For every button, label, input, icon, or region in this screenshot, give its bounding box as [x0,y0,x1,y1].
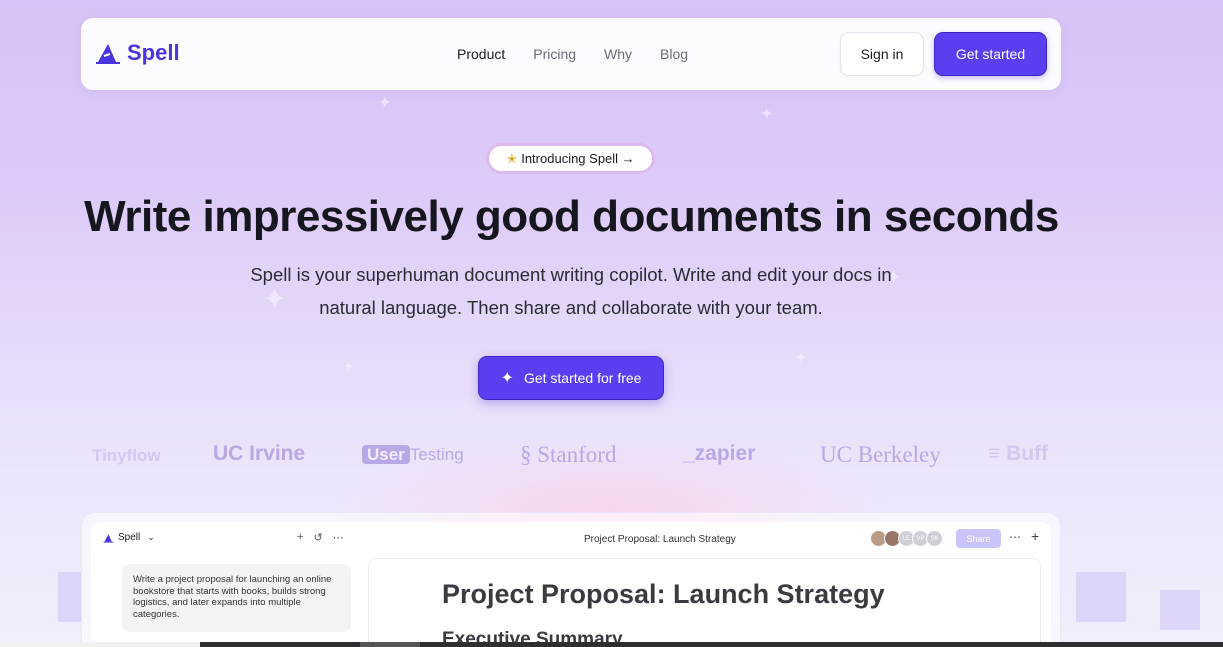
prompt-card[interactable]: Write a project proposal for launching a… [122,564,351,632]
brand-logo-tinyflow: Tinyflow [92,446,161,465]
nav-link-pricing[interactable]: Pricing [533,46,576,62]
sparkle-icon: ✦ [378,95,392,112]
top-navbar: Spell Product Pricing Why Blog Sign in G… [81,18,1061,90]
layers-icon: ≡ [988,442,1001,465]
app-preview: Spell ⌄ + ↺ ⋯ Write a project proposal f… [91,522,1051,647]
new-doc-icon[interactable]: + [297,531,303,544]
workspace-switcher[interactable]: Spell ⌄ [103,532,155,543]
nav-link-why[interactable]: Why [604,46,632,62]
workspace-name: Spell [118,532,141,543]
wizard-hat-icon [103,533,114,543]
usertesting-text: Testing [409,445,464,464]
brand-logo-usertesting: User Testing [362,442,464,466]
sparkle-icon: ✦ [500,370,514,387]
customer-logos: Tinyflow UC Irvine User Testing § Stanfor… [0,438,1223,474]
brand-name: Spell [127,40,180,65]
usertesting-badge: User [362,445,410,464]
sparkle-icon: ✦ [760,106,774,123]
brand-logo-zapier: _zapier [683,442,756,465]
brand-logo-buffer: ≡ Buff [988,442,1048,466]
sidebar-tools: + ↺ ⋯ [297,531,344,544]
share-button[interactable]: Share [956,529,1001,548]
bottom-strip [0,642,1223,647]
nav-link-product[interactable]: Product [457,46,505,62]
document-tab-title: Project Proposal: Launch Strategy [584,534,736,545]
wizard-hat-icon [96,44,120,64]
get-started-free-button[interactable]: ✦ Get started for free [478,356,664,400]
hero-headline: Write impressively good documents in sec… [84,192,1059,241]
wizard-star-icon: ✭ [506,150,518,166]
hero-subline: Spell is your superhuman document writin… [250,264,892,318]
brand-logo-uc-berkeley: UC Berkeley [820,442,941,467]
buffer-text: Buff [1006,442,1049,465]
get-started-button[interactable]: Get started [934,32,1047,76]
brand-logo-stanford: § Stanford [520,442,616,468]
sparkle-icon: ✦ [794,350,808,367]
document-heading: Project Proposal: Launch Strategy [442,579,885,609]
plus-icon[interactable]: + [1031,528,1039,544]
stanford-s-icon: § [520,442,532,467]
cta-label: Get started for free [523,370,642,386]
pixel-decor [58,572,82,622]
collaborator-avatars: LE VP SK [870,530,943,547]
nav-link-blog[interactable]: Blog [660,46,688,62]
nav-links: Product Pricing Why Blog [457,46,688,62]
introducing-pill[interactable]: ✭ Introducing Spell → [488,145,653,172]
pixel-decor [1160,590,1200,630]
pixel-decor [1076,572,1126,622]
brand-logo[interactable]: Spell [95,40,180,66]
history-icon[interactable]: ↺ [313,531,322,544]
bottom-strip-segment [0,642,200,647]
more-icon[interactable]: ⋯ [1009,530,1021,544]
bottom-strip-segment [360,642,420,647]
brand-logo-uc-irvine: UC Irvine [213,442,306,465]
more-icon[interactable]: ⋯ [333,531,344,544]
sign-in-button[interactable]: Sign in [840,32,924,76]
sparkle-icon: ✦ [342,359,356,376]
document-editor[interactable]: Project Proposal: Launch Strategy Execut… [368,558,1041,647]
introducing-label: Introducing Spell → [521,151,635,166]
chevron-down-icon: ⌄ [147,532,155,542]
stanford-text: Stanford [537,442,617,467]
avatar: SK [926,530,943,547]
